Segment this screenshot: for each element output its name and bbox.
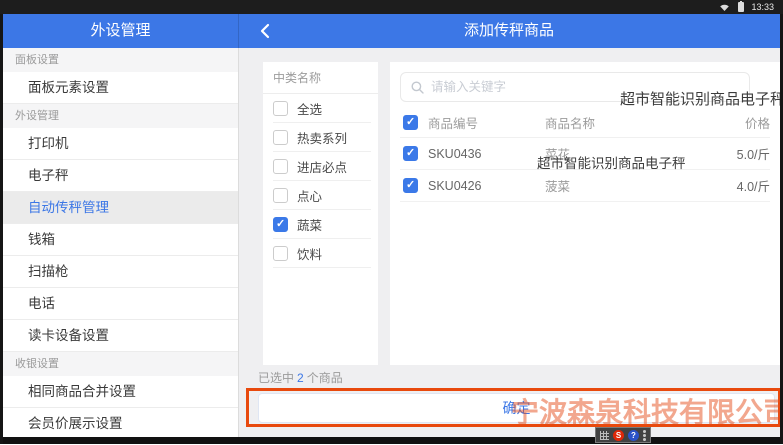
category-panel-title: 中类名称 bbox=[263, 62, 378, 94]
selected-prefix: 已选中 bbox=[258, 371, 294, 385]
back-button[interactable] bbox=[250, 14, 280, 48]
category-item-dimsum[interactable]: 点心 bbox=[263, 181, 378, 210]
sidebar-item-card-reader[interactable]: 读卡设备设置 bbox=[3, 320, 238, 352]
product-price: 5.0/斤 bbox=[737, 144, 770, 163]
sidebar-section-peripherals: 外设管理 bbox=[3, 104, 238, 128]
category-item-must-order[interactable]: 进店必点 bbox=[263, 152, 378, 181]
bezel-bottom bbox=[0, 437, 783, 444]
column-header-name: 商品名称 bbox=[545, 113, 745, 132]
product-code: SKU0436 bbox=[428, 147, 545, 161]
category-item-select-all[interactable]: 全选 bbox=[263, 94, 378, 123]
products-panel: 商品编号 商品名称 价格 SKU0436 菜花 5.0/斤 SKU0426 菠菜… bbox=[390, 62, 780, 365]
category-item-hot-series[interactable]: 热卖系列 bbox=[263, 123, 378, 152]
bezel-left bbox=[0, 0, 3, 444]
confirm-button[interactable]: 确定 bbox=[258, 393, 775, 423]
grid-icon[interactable] bbox=[600, 431, 609, 440]
wifi-icon bbox=[718, 2, 731, 12]
category-panel: 中类名称 全选 热卖系列 进店必点 点心 蔬菜 bbox=[263, 62, 378, 365]
sidebar-item-printer[interactable]: 打印机 bbox=[3, 128, 238, 160]
checkbox-icon[interactable] bbox=[273, 188, 288, 203]
row-checkbox-checked-icon[interactable] bbox=[403, 178, 418, 193]
checkbox-icon[interactable] bbox=[273, 130, 288, 145]
product-rows: SKU0436 菜花 5.0/斤 SKU0426 菠菜 4.0/斤 bbox=[400, 138, 770, 202]
product-code: SKU0426 bbox=[428, 179, 545, 193]
category-item-vegetables[interactable]: 蔬菜 bbox=[263, 210, 378, 239]
category-label: 热卖系列 bbox=[297, 128, 347, 147]
sidebar-section-cashier-settings: 收银设置 bbox=[3, 352, 238, 376]
checkbox-icon[interactable] bbox=[273, 159, 288, 174]
category-item-drinks[interactable]: 饮料 bbox=[263, 239, 378, 268]
sidebar-header-title: 外设管理 bbox=[3, 14, 238, 48]
app-header: 外设管理 添加传秤商品 bbox=[3, 14, 780, 48]
product-price: 4.0/斤 bbox=[737, 176, 770, 195]
selected-count-text: 已选中2个商品 bbox=[258, 369, 343, 386]
search-box[interactable] bbox=[400, 72, 750, 102]
page-title: 添加传秤商品 bbox=[238, 14, 780, 48]
table-row[interactable]: SKU0426 菠菜 4.0/斤 bbox=[400, 170, 770, 202]
status-bar: 13:33 bbox=[0, 0, 783, 14]
select-all-checkbox-checked-icon[interactable] bbox=[403, 115, 418, 130]
sidebar-item-auto-scale-management[interactable]: 自动传秤管理 bbox=[3, 192, 238, 224]
help-icon[interactable]: ? bbox=[628, 430, 639, 441]
chevron-left-icon bbox=[260, 23, 270, 39]
table-row[interactable]: SKU0436 菜花 5.0/斤 bbox=[400, 138, 770, 170]
row-checkbox-checked-icon[interactable] bbox=[403, 146, 418, 161]
product-table-header: 商品编号 商品名称 价格 bbox=[400, 108, 770, 138]
sidebar-item-phone[interactable]: 电话 bbox=[3, 288, 238, 320]
category-label: 饮料 bbox=[297, 244, 322, 263]
capture-toolbar[interactable]: S ? bbox=[595, 427, 651, 443]
category-label: 蔬菜 bbox=[297, 215, 322, 234]
checkbox-icon[interactable] bbox=[273, 246, 288, 261]
battery-icon bbox=[738, 2, 744, 12]
selected-suffix: 个商品 bbox=[307, 371, 343, 385]
product-name: 菠菜 bbox=[545, 176, 737, 195]
category-label: 全选 bbox=[297, 99, 322, 118]
product-name: 菜花 bbox=[545, 144, 737, 163]
status-time: 13:33 bbox=[751, 2, 774, 12]
sidebar-item-scale[interactable]: 电子秤 bbox=[3, 160, 238, 192]
sidebar-item-merge-same-products[interactable]: 相同商品合并设置 bbox=[3, 376, 238, 408]
sidebar-item-member-price-display[interactable]: 会员价展示设置 bbox=[3, 408, 238, 437]
selected-count: 2 bbox=[297, 371, 304, 385]
sidebar-item-panel-elements[interactable]: 面板元素设置 bbox=[3, 72, 238, 104]
column-header-code: 商品编号 bbox=[428, 113, 545, 132]
main-content: 中类名称 全选 热卖系列 进店必点 点心 蔬菜 bbox=[239, 48, 780, 437]
more-icon[interactable] bbox=[643, 434, 646, 437]
sidebar: 面板设置 面板元素设置 外设管理 打印机 电子秤 自动传秤管理 钱箱 扫描枪 电… bbox=[3, 48, 239, 437]
column-header-price: 价格 bbox=[745, 113, 770, 132]
sidebar-item-barcode-scanner[interactable]: 扫描枪 bbox=[3, 256, 238, 288]
checkbox-icon[interactable] bbox=[273, 101, 288, 116]
screenshot-app-icon[interactable]: S bbox=[613, 430, 624, 441]
tablet-screen: 13:33 外设管理 添加传秤商品 面板设置 面板元素设置 外设管理 打印机 电… bbox=[0, 0, 783, 445]
search-input[interactable] bbox=[431, 80, 739, 94]
checkbox-checked-icon[interactable] bbox=[273, 217, 288, 232]
category-label: 进店必点 bbox=[297, 157, 347, 176]
search-icon bbox=[411, 81, 424, 94]
sidebar-item-cash-drawer[interactable]: 钱箱 bbox=[3, 224, 238, 256]
sidebar-section-panel-settings: 面板设置 bbox=[3, 48, 238, 72]
category-label: 点心 bbox=[297, 186, 322, 205]
